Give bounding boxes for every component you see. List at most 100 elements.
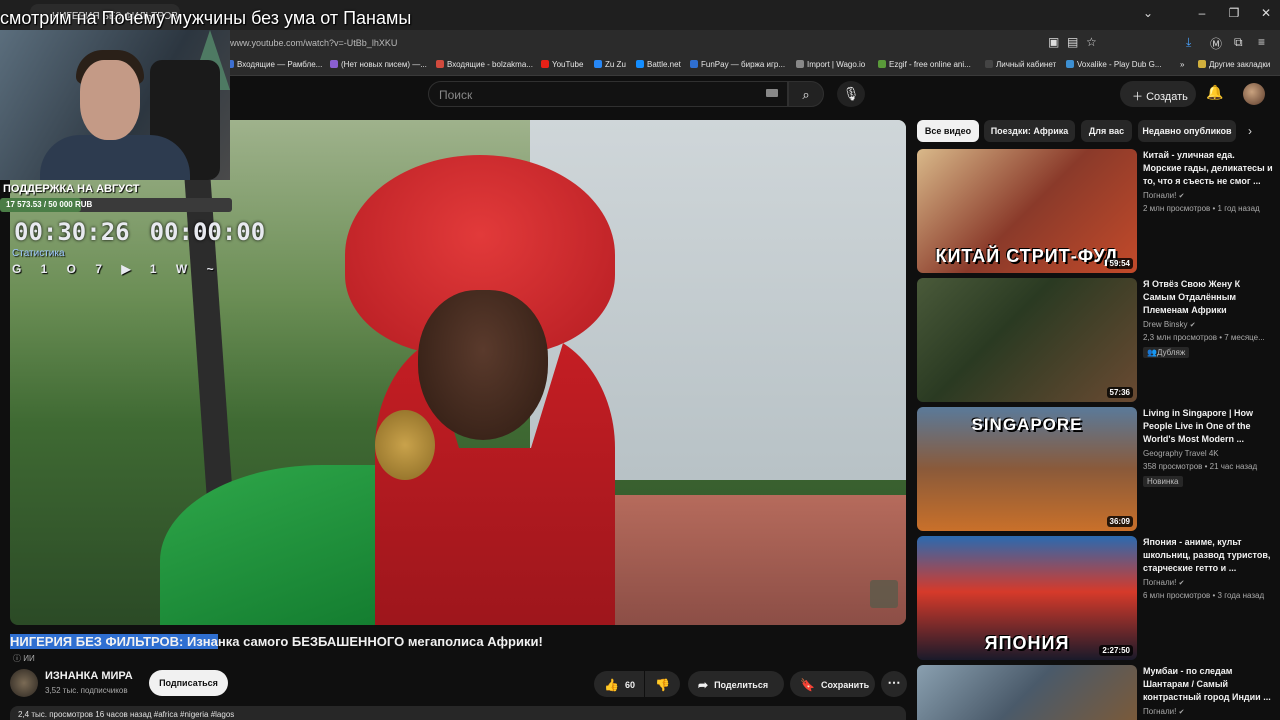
bookmark-label: Личный кабинет [996,60,1057,69]
bookmark-label: YouTube [552,60,584,69]
recommendation-title[interactable]: Япония - аниме, культ школьниц, развод т… [1143,536,1273,575]
profile-m-icon[interactable]: Ⓜ [1210,35,1222,52]
reader-icon[interactable]: ▤ [1067,35,1078,49]
recommendation-title[interactable]: Китай - уличная еда. Морские гады, делик… [1143,149,1273,188]
create-button[interactable]: ＋ Создать [1120,81,1196,107]
recommendation-thumbnail[interactable]: 57:36 [917,278,1137,402]
bookmark-label: (Нет новых писем) —... [341,60,427,69]
download-icon[interactable]: ⤓ [1186,35,1191,50]
more-horizontal-icon: ⋯ [887,675,901,690]
chip-africa-trips[interactable]: Поездки: Африка [984,120,1075,142]
recommendation-item[interactable]: КИТАЙ СТРИТ-ФУД 59:54 Китай - уличная ед… [917,149,1277,273]
thumbs-up-icon: 👍 [604,678,619,692]
recommendation-item[interactable]: 57:36 Я Отвёз Свою Жену К Самым Отдалённ… [917,278,1277,402]
like-button[interactable]: 👍 60 [594,671,644,697]
recommendation-channel: Погнали! ✔ [1143,707,1273,716]
recommendation-item[interactable]: Мумбаи - по следам Шантарам / Самый конт… [917,665,1277,720]
dislike-button[interactable]: 👎 [645,671,680,697]
share-button[interactable]: ➦ Поделиться [688,671,784,697]
plus-icon: ＋ [1132,91,1147,103]
maximize-icon[interactable]: ❐ [1224,6,1244,20]
bookmark-label: Battle.net [647,60,681,69]
bookmark-favicon-icon [796,60,804,68]
bookmark-item[interactable]: Zu Zu [594,60,626,69]
recommendation-views: 6 млн просмотров • 3 года назад [1143,591,1265,600]
bookmark-item[interactable]: (Нет новых писем) —... [330,60,427,69]
channel-label: Drew Binsky [1143,320,1188,329]
dubbed-badge: 👥Дубляж [1143,347,1190,358]
search-button[interactable]: ⌕ [788,81,824,107]
minimize-icon[interactable]: – [1192,6,1212,20]
bookmark-favicon-icon [985,60,993,68]
bookmark-label: Другие закладки [1209,60,1271,69]
recommendation-meta: Я Отвёз Свою Жену К Самым Отдалённым Пле… [1143,278,1273,360]
voice-search-button[interactable]: 🎙 [837,81,865,107]
donation-goal: ПОДДЕРЖКА НА АВГУСТ 17 573.53 / 50 000 R… [0,183,232,212]
save-button[interactable]: 🔖 Сохранить [790,671,875,697]
recommendation-title[interactable]: Я Отвёз Свою Жену К Самым Отдалённым Пле… [1143,278,1273,317]
recommendation-title[interactable]: Мумбаи - по следам Шантарам / Самый конт… [1143,665,1273,704]
more-actions-button[interactable]: ⋯ [881,671,907,697]
webcam-face [80,60,140,140]
video-description[interactable]: 2,4 тыс. просмотров 16 часов назад #afri… [10,706,906,720]
bookmark-item[interactable]: Входящие - bolzakma... [436,60,533,69]
bookmark-folder[interactable]: Другие закладки [1198,60,1270,69]
recommendation-item[interactable]: ЯПОНИЯ 2:27:50 Япония - аниме, культ шко… [917,536,1277,660]
more-bookmarks-icon[interactable]: » [1180,60,1184,69]
recommendation-thumbnail[interactable]: SINGAPORE 36:09 [917,407,1137,531]
url-field[interactable]: www.youtube.com/watch?v=-UtBb_lhXKU [230,38,397,48]
microphone-icon: 🎙 [842,86,860,101]
channel-name[interactable]: ИЗНАНКА МИРА [45,670,133,682]
chip-for-you[interactable]: Для вас [1081,120,1132,142]
notifications-bell-icon[interactable]: 🔔 [1206,84,1223,101]
video-duration: 59:54 [1106,258,1133,269]
bookmark-item[interactable]: YouTube [541,60,583,69]
donation-goal-amount: 17 573.53 / 50 000 RUB [6,200,93,209]
chip-recently-published[interactable]: Недавно опубликов [1138,120,1236,142]
bookmark-item[interactable]: FunPay — биржа игр... [690,60,785,69]
recommendation-item[interactable]: SINGAPORE 36:09 Living in Singapore | Ho… [917,407,1277,531]
bookmark-item[interactable]: Личный кабинет [985,60,1056,69]
close-icon[interactable]: ✕ [1256,6,1276,20]
bookmark-label: Zu Zu [605,60,626,69]
recommendation-thumbnail[interactable]: ЯПОНИЯ 2:27:50 [917,536,1137,660]
tab-search-icon[interactable]: ⌄ [1138,6,1158,20]
bookmark-favicon-icon [1066,60,1074,68]
search-input[interactable]: Поиск [428,81,788,107]
video-frame-tassel [375,410,435,480]
ai-badge: ⓘ ИИ [10,652,38,665]
account-avatar[interactable] [1243,83,1265,105]
channel-watermark-icon[interactable] [870,580,898,608]
video-duration: 36:09 [1106,516,1133,527]
cast-icon[interactable]: ▣ [1048,35,1059,49]
bookmark-item[interactable]: Import | Wago.io [796,60,865,69]
chevron-right-icon[interactable]: › [1248,124,1252,138]
recommendation-views: 2,3 млн просмотров • 7 месяце... [1143,333,1265,342]
bookmark-item[interactable]: Battle.net [636,60,681,69]
share-label: Поделиться [714,680,769,690]
chip-all-videos[interactable]: Все видео [917,120,979,142]
recommendation-title[interactable]: Living in Singapore | How People Live in… [1143,407,1273,446]
subscribe-button[interactable]: Подписаться [149,670,228,696]
channel-label: Погнали! [1143,578,1177,587]
recommendation-thumbnail[interactable] [917,665,1137,720]
menu-icon[interactable]: ≡ [1258,35,1265,49]
recommendation-meta: Япония - аниме, культ школьниц, развод т… [1143,536,1273,600]
channel-label: Погнали! [1143,191,1177,200]
bookmark-item[interactable]: Входящие — Рамбле... [226,60,322,69]
channel-label: Погнали! [1143,707,1177,716]
bookmark-favicon-icon [878,60,886,68]
timer-left: 00:30:26 [14,218,130,246]
channel-avatar[interactable] [10,669,38,697]
keyboard-icon[interactable] [766,89,778,97]
video-duration: 2:27:50 [1099,645,1133,656]
timer-right: 00:00:00 [149,218,266,246]
bookmark-item[interactable]: Ezgif - free online ani... [878,60,971,69]
extensions-icon[interactable]: ⧉ [1234,35,1243,50]
recommendation-views: 2 млн просмотров • 1 год назад [1143,204,1260,213]
bookmark-star-icon[interactable]: ☆ [1086,35,1097,49]
recommendation-thumbnail[interactable]: КИТАЙ СТРИТ-ФУД 59:54 [917,149,1137,273]
bookmark-favicon-icon [330,60,338,68]
streamer-webcam [0,30,230,180]
bookmark-item[interactable]: Voxalike - Play Dub G... [1066,60,1161,69]
